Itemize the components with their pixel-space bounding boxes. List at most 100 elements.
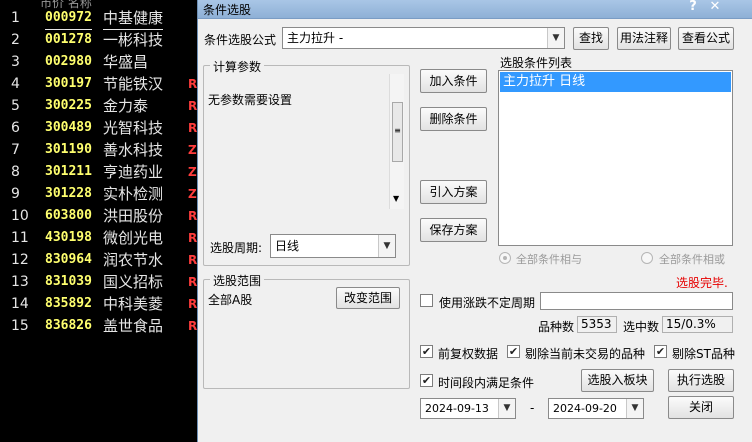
selected-label: 选中数	[623, 320, 660, 334]
stock-code: 002980	[45, 54, 92, 69]
stock-name: 华盛昌	[103, 53, 149, 71]
stock-code: 300489	[45, 120, 92, 135]
selected-value: 15/0.3%	[662, 316, 733, 333]
stock-flag: R	[188, 99, 198, 113]
exclude-untraded-checkbox[interactable]: ✔	[507, 345, 520, 358]
dialog-title: 条件选股	[203, 3, 252, 17]
date-separator: -	[530, 401, 535, 415]
variable-period-label: 使用涨跌不定周期	[439, 296, 536, 310]
row-number: 11	[11, 230, 29, 246]
stock-name: 善水科技	[103, 141, 164, 159]
table-row[interactable]: 5 300225 金力泰 R	[0, 95, 200, 117]
conditions-list[interactable]: 主力拉升 日线	[498, 70, 733, 246]
find-button[interactable]: 查找	[573, 27, 609, 50]
count-value: 5353	[577, 316, 617, 333]
stock-flag: R	[188, 209, 198, 223]
chevron-down-icon[interactable]: ▼	[626, 399, 643, 418]
row-number: 1	[11, 10, 20, 26]
scrollbar-thumb[interactable]: ≡	[392, 102, 403, 162]
formula-select[interactable]: 主力拉升 - ▼	[282, 27, 565, 49]
stock-name: 洪田股份	[103, 207, 164, 225]
variable-period-checkbox[interactable]	[420, 294, 433, 307]
stock-code: 300197	[45, 76, 92, 91]
range-value: 全部A股	[208, 293, 253, 307]
stock-name: 金力泰	[103, 97, 149, 115]
chevron-down-icon[interactable]: ▼	[547, 28, 564, 48]
and-radio[interactable]	[499, 252, 511, 264]
stock-name: 亨迪药业	[103, 163, 164, 181]
stock-code: 301211	[45, 164, 92, 179]
prior-adj-checkbox[interactable]: ✔	[420, 345, 433, 358]
date-from-picker[interactable]: 2024-09-13 ▼	[420, 398, 516, 419]
row-number: 12	[11, 252, 29, 268]
table-row[interactable]: 15 836826 盖世食品 R	[0, 315, 200, 337]
import-plan-button[interactable]: 引入方案	[420, 180, 487, 204]
table-row[interactable]: 11 430198 微创光电 R	[0, 227, 200, 249]
add-condition-button[interactable]: 加入条件	[420, 69, 487, 93]
table-row[interactable]: 13 831039 国义招标 R	[0, 271, 200, 293]
time-range-checkbox[interactable]: ✔	[420, 374, 433, 387]
stock-name: 国义招标	[103, 273, 164, 291]
stock-name: 润农节水	[103, 251, 164, 269]
chevron-down-icon[interactable]: ▼	[378, 235, 395, 257]
row-number: 6	[11, 120, 20, 136]
close-icon[interactable]: ✕	[704, 0, 726, 14]
table-row[interactable]: 9 301228 实朴检测 Z	[0, 183, 200, 205]
stock-name: 一彬科技	[103, 31, 164, 49]
change-range-button[interactable]: 改变范围	[336, 287, 400, 309]
date-to-picker[interactable]: 2024-09-20 ▼	[548, 398, 644, 419]
stock-flag: R	[188, 231, 198, 245]
formula-select-value: 主力拉升 -	[287, 31, 344, 45]
stock-name: 微创光电	[103, 229, 164, 247]
or-radio[interactable]	[641, 252, 653, 264]
count-label: 品种数	[538, 320, 575, 334]
stock-code: 836826	[45, 318, 92, 333]
stock-code: 831039	[45, 274, 92, 289]
dialog-titlebar[interactable]: 条件选股 ? ✕	[198, 0, 752, 19]
formula-label: 条件选股公式	[204, 33, 277, 47]
save-plan-button[interactable]: 保存方案	[420, 218, 487, 242]
view-formula-button[interactable]: 查看公式	[678, 27, 734, 50]
pick-to-board-button[interactable]: 选股入板块	[581, 369, 654, 392]
params-scrollbar[interactable]: ≡ ▼	[389, 74, 404, 209]
scroll-down-icon[interactable]: ▼	[393, 194, 399, 203]
exclude-st-label: 剔除ST品种	[672, 347, 735, 361]
stock-flag: R	[188, 319, 198, 333]
stock-name: 实朴检测	[103, 185, 164, 203]
conditions-list-title: 选股条件列表	[500, 56, 573, 70]
table-row[interactable]: 10 603800 洪田股份 R	[0, 205, 200, 227]
row-number: 7	[11, 142, 20, 158]
stock-flag: Z	[188, 165, 197, 179]
prior-adj-label: 前复权数据	[438, 347, 499, 361]
exclude-untraded-label: 剔除当前未交易的品种	[525, 347, 646, 361]
time-range-label: 时间段内满足条件	[438, 376, 535, 390]
table-row[interactable]: 14 835892 中科美菱 R	[0, 293, 200, 315]
row-number: 8	[11, 164, 20, 180]
params-group: 计算参数 无参数需要设置 ≡ ▼ 选股周期: 日线 ▼	[203, 58, 410, 266]
exclude-st-checkbox[interactable]: ✔	[654, 345, 667, 358]
stock-name: 中科美菱	[103, 295, 164, 313]
execute-screen-button[interactable]: 执行选股	[668, 369, 734, 392]
close-button[interactable]: 关闭	[668, 396, 734, 419]
stock-code: 300225	[45, 98, 92, 113]
stock-flag: R	[188, 253, 198, 267]
stock-name: 光智科技	[103, 119, 164, 137]
variable-period-input[interactable]	[540, 292, 733, 310]
stock-flag: R	[188, 121, 198, 135]
chevron-down-icon[interactable]: ▼	[498, 399, 515, 418]
row-number: 10	[11, 208, 29, 224]
table-row[interactable]: 3 002980 华盛昌	[0, 51, 200, 73]
table-row[interactable]: 6 300489 光智科技 R	[0, 117, 200, 139]
delete-condition-button[interactable]: 删除条件	[420, 107, 487, 131]
table-row[interactable]: 7 301190 善水科技 Z	[0, 139, 200, 161]
table-row[interactable]: 8 301211 亨迪药业 Z	[0, 161, 200, 183]
list-item[interactable]: 主力拉升 日线	[500, 72, 731, 92]
usage-notes-button[interactable]: 用法注释	[617, 27, 671, 50]
help-icon[interactable]: ?	[682, 0, 704, 14]
table-row[interactable]: 1 000972 中基健康	[0, 7, 200, 30]
table-row[interactable]: 4 300197 节能铁汉 R	[0, 73, 200, 95]
period-select[interactable]: 日线 ▼	[270, 234, 396, 258]
table-row[interactable]: 12 830964 润农节水 R	[0, 249, 200, 271]
table-row[interactable]: 2 001278 一彬科技	[0, 29, 200, 51]
params-group-title: 计算参数	[210, 58, 265, 75]
